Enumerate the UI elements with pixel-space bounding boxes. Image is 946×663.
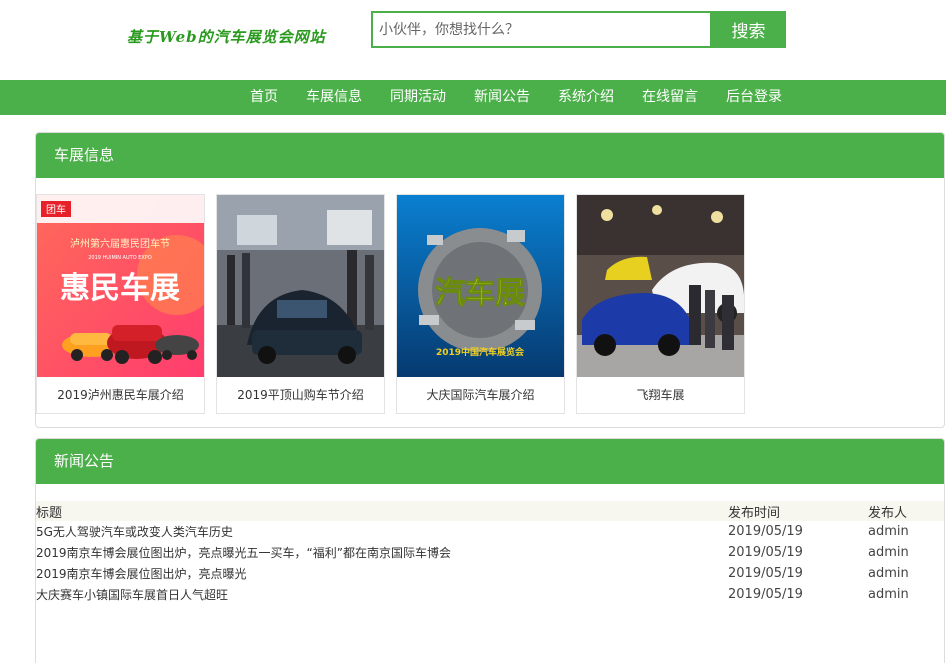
news-date: 2019/05/19 [728, 566, 803, 581]
nav-item-about[interactable]: 系统介绍 [558, 80, 614, 115]
exhibition-card[interactable]: 飞翔车展 [576, 194, 745, 414]
main-nav: 首页 车展信息 同期活动 新闻公告 系统介绍 在线留言 后台登录 [0, 80, 946, 115]
exhibitions-panel-title: 车展信息 [36, 133, 944, 178]
image-main-text: 汽车展 [435, 276, 525, 311]
image-sub-text: 2019 HUIMIN AUTO EXPO [88, 255, 152, 261]
news-table: 标题 发布时间 发布人 5G无人驾驶汽车或改变人类汽车历史 2019/05/19… [36, 501, 944, 605]
column-header-date: 发布时间 [728, 501, 868, 521]
exhibition-title[interactable]: 2019平顶山购车节介绍 [217, 377, 384, 413]
search-box [371, 11, 712, 48]
column-header-title: 标题 [36, 501, 728, 521]
exhibitions-panel: 车展信息 团车 泸州第六届惠民团车节 2019 HUIMIN AUTO EXPO… [35, 132, 945, 428]
exhibition-card[interactable]: 汽车展 2019中国汽车展览会 大庆国际汽车展介绍 [396, 194, 565, 414]
news-author: admin [868, 587, 909, 602]
nav-item-events[interactable]: 同期活动 [390, 80, 446, 115]
exhibition-image[interactable] [577, 195, 744, 377]
nav-item-messages[interactable]: 在线留言 [642, 80, 698, 115]
news-title-link[interactable]: 大庆赛车小镇国际车展首日人气超旺 [36, 584, 728, 605]
exhibition-image[interactable] [217, 195, 384, 377]
news-title-link[interactable]: 2019南京车博会展位图出炉，亮点曝光 [36, 563, 728, 584]
image-main-text: 惠民车展 [60, 271, 180, 306]
image-logo-text: 团车 [46, 203, 66, 216]
news-title-link[interactable]: 2019南京车博会展位图出炉，亮点曝光五一买车，“福利”都在南京国际车博会 [36, 542, 728, 563]
news-author: admin [868, 524, 909, 539]
exhibition-title[interactable]: 飞翔车展 [577, 377, 744, 413]
nav-item-news[interactable]: 新闻公告 [474, 80, 530, 115]
news-title-link[interactable]: 5G无人驾驶汽车或改变人类汽车历史 [36, 521, 728, 542]
table-row[interactable]: 2019南京车博会展位图出炉，亮点曝光五一买车，“福利”都在南京国际车博会 20… [36, 542, 944, 563]
news-date: 2019/05/19 [728, 545, 803, 560]
nav-item-exhibitions[interactable]: 车展信息 [306, 80, 362, 115]
table-row[interactable]: 5G无人驾驶汽车或改变人类汽车历史 2019/05/19 admin [36, 521, 944, 542]
table-row[interactable]: 2019南京车博会展位图出炉，亮点曝光 2019/05/19 admin [36, 563, 944, 584]
image-sub-text: 2019中国汽车展览会 [436, 346, 525, 358]
exhibition-image[interactable]: 汽车展 2019中国汽车展览会 [397, 195, 564, 377]
news-panel-title: 新闻公告 [36, 439, 944, 484]
search-button[interactable]: 搜索 [711, 11, 786, 48]
column-header-author: 发布人 [868, 501, 944, 521]
nav-item-admin-login[interactable]: 后台登录 [726, 80, 782, 115]
news-panel: 新闻公告 标题 发布时间 发布人 5G无人驾驶汽车或改变人类汽车历史 2019/… [35, 438, 945, 663]
news-author: admin [868, 545, 909, 560]
exhibition-card[interactable]: 团车 泸州第六届惠民团车节 2019 HUIMIN AUTO EXPO 惠民车展… [36, 194, 205, 414]
table-row[interactable]: 大庆赛车小镇国际车展首日人气超旺 2019/05/19 admin [36, 584, 944, 605]
table-header-row: 标题 发布时间 发布人 [36, 501, 944, 521]
news-date: 2019/05/19 [728, 587, 803, 602]
exhibition-image[interactable]: 团车 泸州第六届惠民团车节 2019 HUIMIN AUTO EXPO 惠民车展 [37, 195, 204, 377]
image-banner-text: 泸州第六届惠民团车节 [70, 237, 170, 250]
site-logo[interactable]: 基于Web的汽车展览会网站 [127, 26, 326, 47]
site-header: 基于Web的汽车展览会网站 搜索 [0, 0, 946, 80]
exhibition-card[interactable]: 2019平顶山购车节介绍 [216, 194, 385, 414]
exhibition-title[interactable]: 2019泸州惠民车展介绍 [37, 377, 204, 413]
news-author: admin [868, 566, 909, 581]
news-date: 2019/05/19 [728, 524, 803, 539]
search-input[interactable] [373, 13, 710, 46]
nav-item-home[interactable]: 首页 [250, 80, 278, 115]
exhibition-title[interactable]: 大庆国际汽车展介绍 [397, 377, 564, 413]
